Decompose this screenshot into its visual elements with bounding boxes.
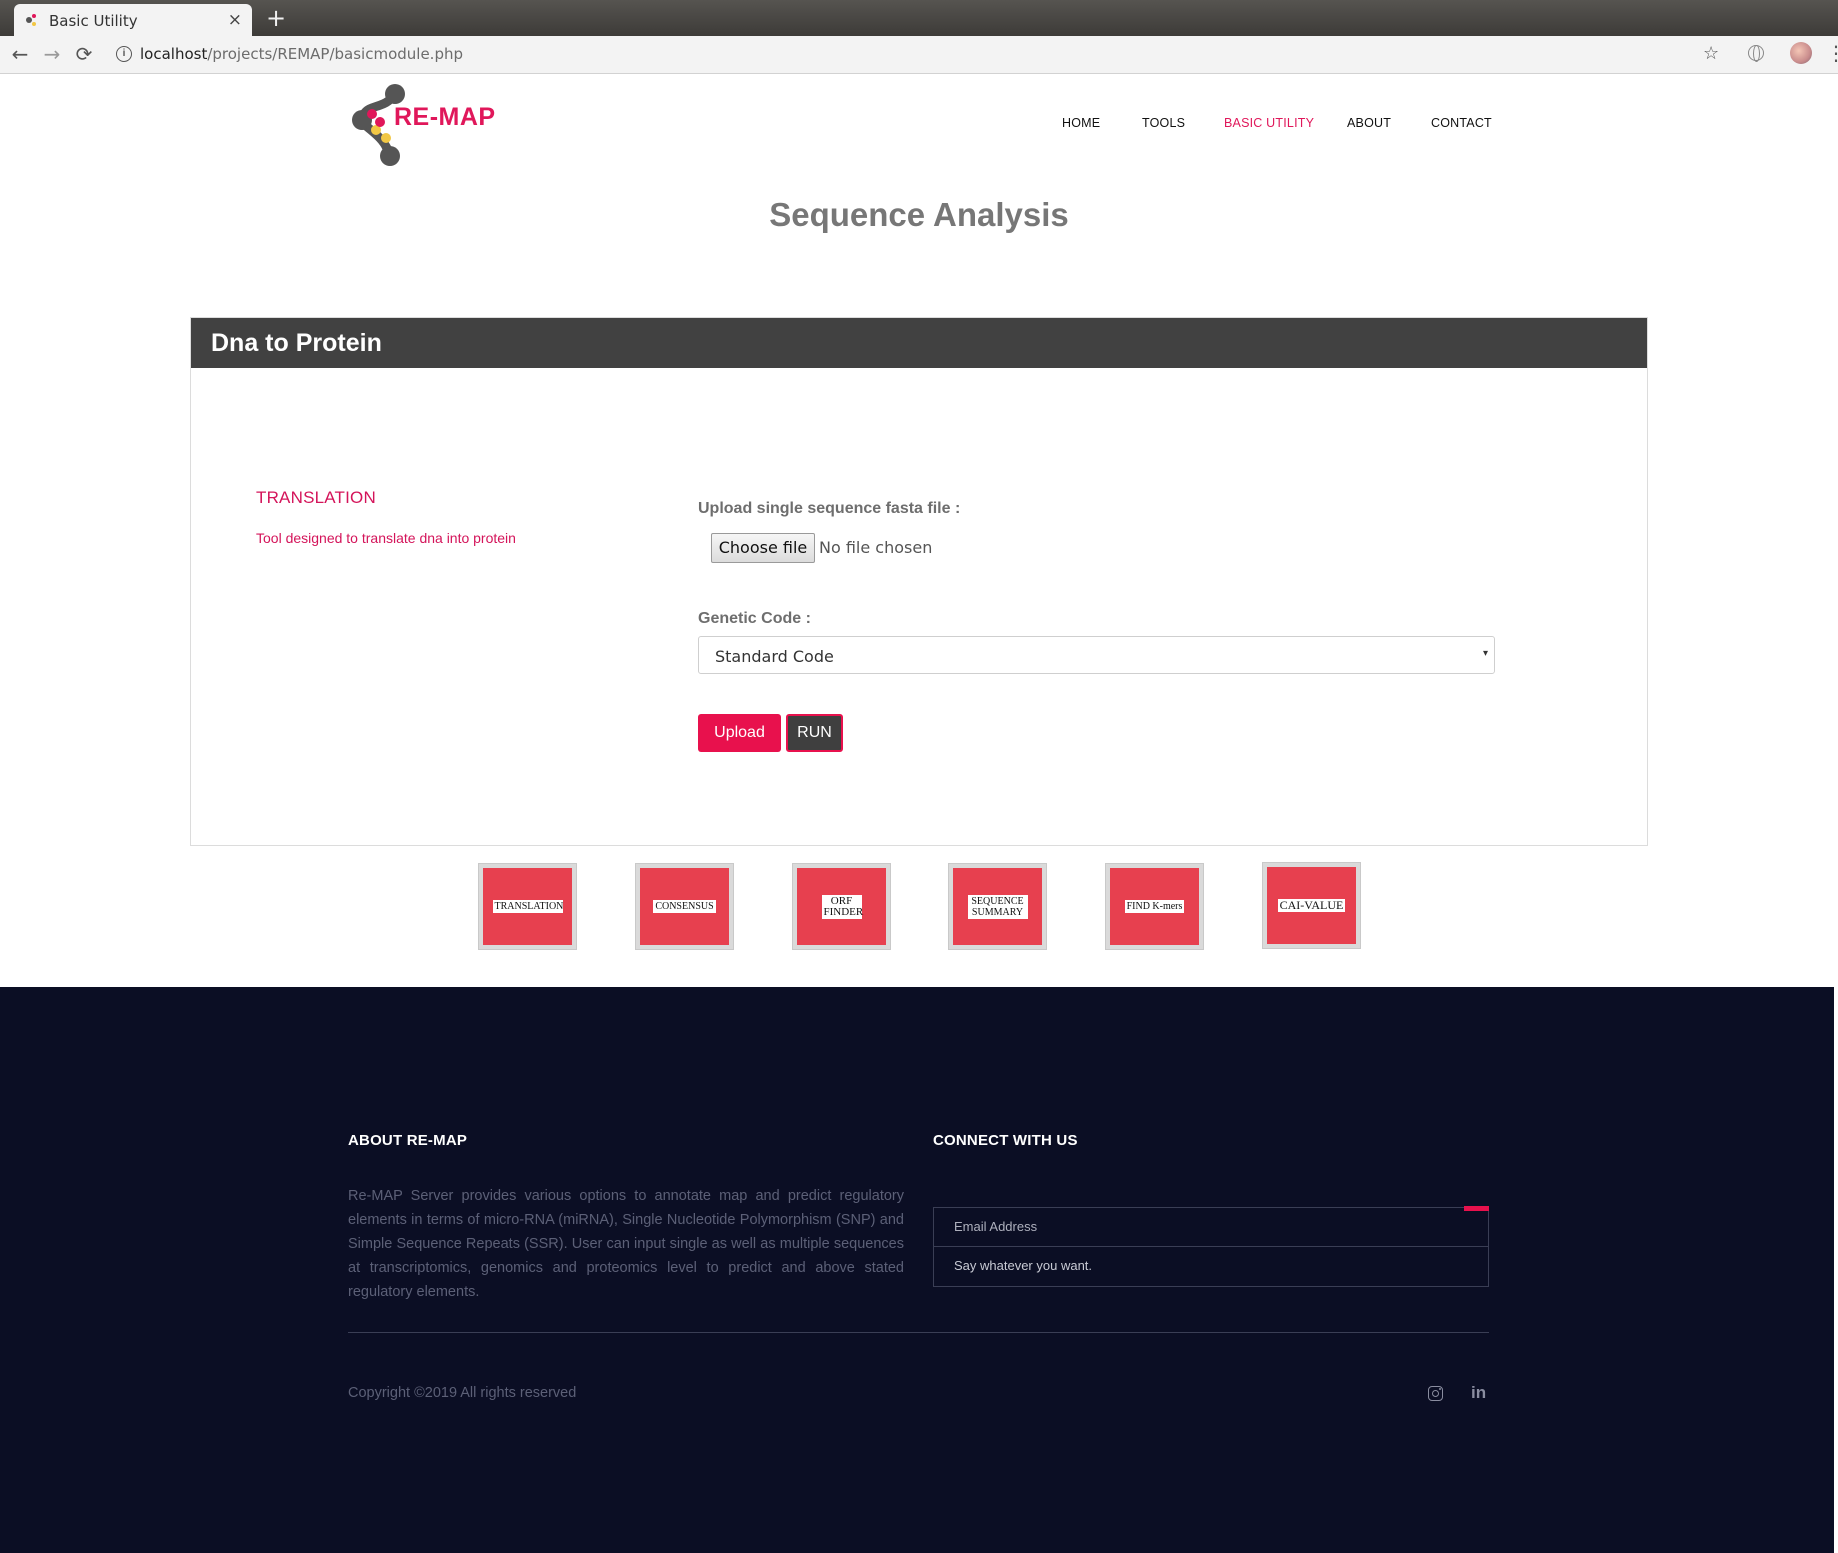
tile-orf-finder[interactable]: ORF FINDER [792, 863, 891, 950]
upload-label: Upload single sequence fasta file : [698, 500, 961, 517]
tool-title: TRANSLATION [256, 488, 376, 507]
upload-button[interactable]: Upload [698, 714, 781, 752]
tile-label: CONSENSUS [653, 900, 716, 913]
translate-globe-icon[interactable] [1748, 45, 1764, 62]
tile-label: ORF FINDER [821, 894, 864, 919]
email-field[interactable]: Email Address [933, 1207, 1489, 1247]
about-text: Re-MAP Server provides various options t… [348, 1188, 904, 1300]
tile-orf-finder-face: ORF FINDER [797, 868, 886, 945]
browser-menu-icon[interactable]: ⋮ [1826, 42, 1838, 64]
email-accent-bar [1464, 1206, 1489, 1211]
nav-home[interactable]: HOME [1062, 116, 1100, 130]
reload-icon[interactable]: ⟳ [70, 40, 98, 68]
bookmark-star-icon[interactable]: ☆ [1703, 43, 1719, 64]
genetic-code-select[interactable]: Standard Code ▾ [698, 636, 1495, 674]
about-heading: ABOUT RE-MAP [348, 1132, 468, 1149]
email-placeholder: Email Address [954, 1219, 1038, 1234]
nav-tools[interactable]: TOOLS [1142, 116, 1185, 130]
browser-tab[interactable]: Basic Utility × [14, 4, 252, 36]
choose-file-button[interactable]: Choose file [711, 533, 815, 563]
nav-contact[interactable]: CONTACT [1431, 116, 1492, 130]
tile-sequence-summary-face: SEQUENCE SUMMARY [953, 868, 1042, 945]
nav-about[interactable]: ABOUT [1347, 116, 1391, 130]
browser-tab-strip: Basic Utility × + [0, 0, 1838, 36]
tile-sequence-summary[interactable]: SEQUENCE SUMMARY [948, 863, 1047, 950]
copyright-text: Copyright ©2019 All rights reserved [348, 1385, 577, 1401]
connect-heading: CONNECT WITH US [933, 1132, 1078, 1149]
genetic-code-label: Genetic Code : [698, 610, 811, 627]
file-status: No file chosen [819, 538, 933, 557]
chevron-down-icon: ▾ [1482, 648, 1488, 659]
tile-find-kmers-face: FIND K-mers [1110, 868, 1199, 945]
browser-tab-title: Basic Utility [49, 12, 138, 30]
linkedin-icon[interactable]: in [1471, 1383, 1486, 1403]
card-header: Dna to Protein [191, 318, 1647, 368]
back-icon[interactable]: ← [6, 40, 34, 68]
tile-label: TRANSLATION [492, 900, 564, 913]
tile-cai-value[interactable]: CAI-VALUE [1262, 862, 1361, 949]
site-footer: ABOUT RE-MAP Re-MAP Server provides vari… [0, 987, 1834, 1553]
browser-toolbar: ← → ⟳ i localhost/projects/REMAP/basicmo… [0, 36, 1838, 74]
forward-icon[interactable]: → [38, 40, 66, 68]
page-title: Sequence Analysis [769, 196, 1069, 233]
tool-description: Tool designed to translate dna into prot… [256, 530, 516, 546]
new-tab-icon[interactable]: + [266, 4, 286, 32]
instagram-icon[interactable] [1428, 1386, 1443, 1401]
tile-translation[interactable]: TRANSLATION [478, 863, 577, 950]
message-placeholder: Say whatever you want. [954, 1258, 1093, 1273]
run-button[interactable]: RUN [786, 714, 843, 752]
logo-text: RE-MAP [394, 103, 496, 131]
nav-basic-utility[interactable]: BASIC UTILITY [1224, 116, 1314, 130]
card-title: Dna to Protein [211, 329, 382, 357]
tile-label: CAI-VALUE [1277, 898, 1346, 912]
tab-close-icon[interactable]: × [228, 10, 242, 30]
url-path: /projects/REMAP/basicmodule.php [207, 45, 464, 63]
site-favicon-icon [26, 14, 36, 26]
profile-avatar[interactable] [1790, 42, 1812, 64]
dna-to-protein-card: Dna to Protein TRANSLATION Tool designed… [190, 317, 1648, 846]
tile-find-kmers[interactable]: FIND K-mers [1105, 863, 1204, 950]
remap-logo[interactable]: RE-MAP [350, 84, 500, 170]
address-bar[interactable]: localhost/projects/REMAP/basicmodule.php [140, 45, 463, 63]
url-host: localhost [140, 45, 208, 63]
tile-consensus[interactable]: CONSENSUS [635, 863, 734, 950]
site-info-icon[interactable]: i [116, 46, 132, 62]
genetic-code-value: Standard Code [715, 647, 834, 666]
tile-cai-value-face: CAI-VALUE [1267, 867, 1356, 944]
tile-translation-face: TRANSLATION [483, 868, 572, 945]
tile-consensus-face: CONSENSUS [640, 868, 729, 945]
message-field[interactable]: Say whatever you want. [933, 1247, 1489, 1287]
tile-label: SEQUENCE SUMMARY [967, 894, 1028, 919]
footer-divider [348, 1332, 1489, 1333]
tile-label: FIND K-mers [1124, 900, 1185, 913]
